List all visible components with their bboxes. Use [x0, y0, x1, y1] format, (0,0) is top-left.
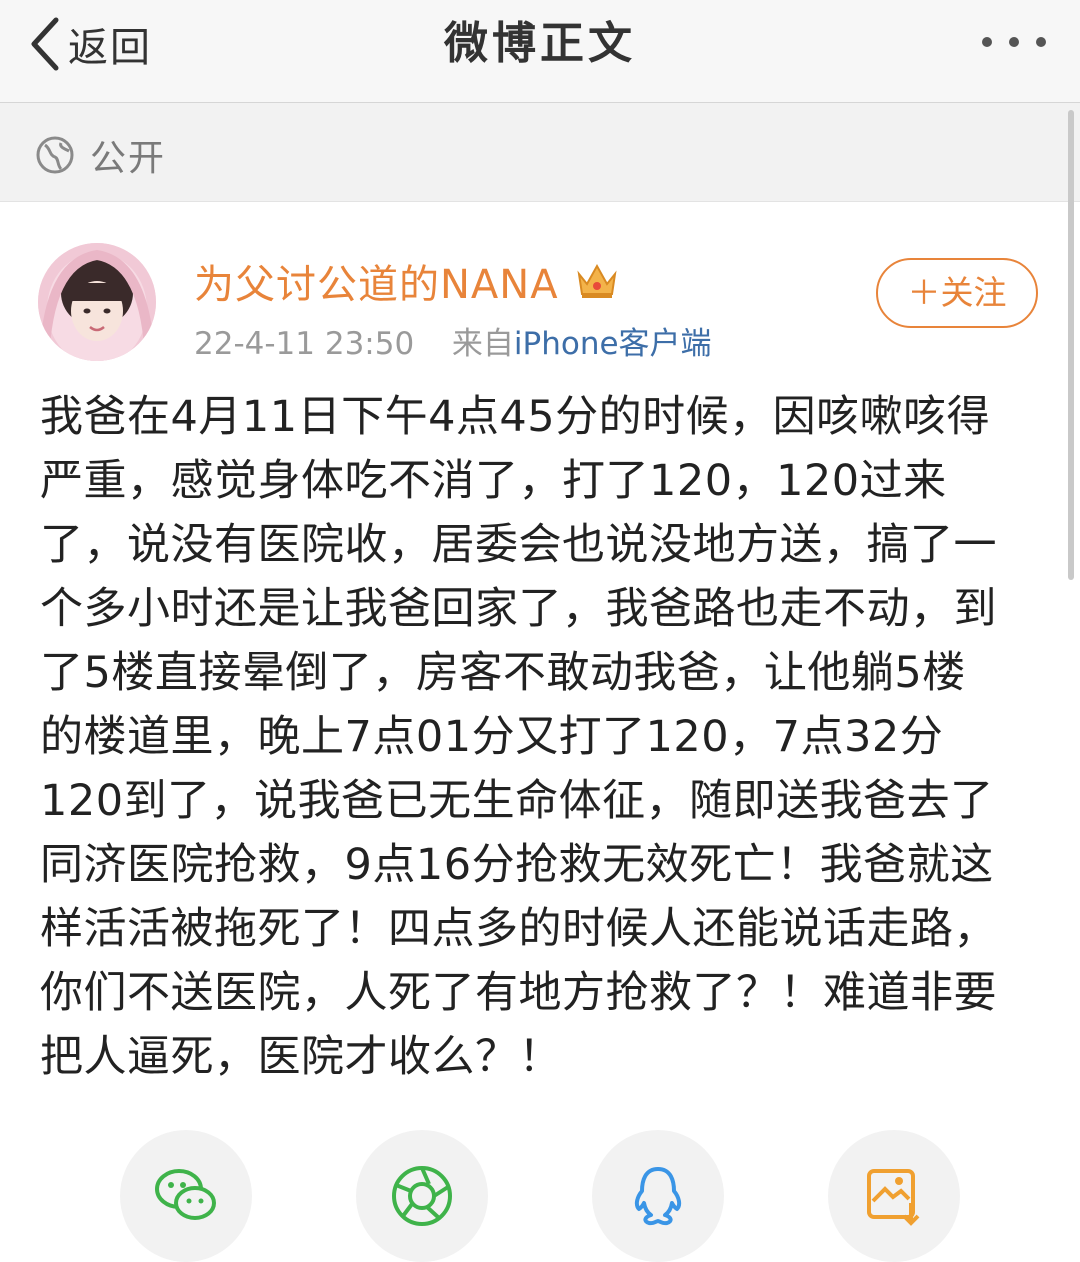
- post-text: 我爸在4月11日下午4点45分的时候，因咳嗽咳得 严重，感觉身体吃不消了，打了1…: [40, 392, 997, 1082]
- scrollbar[interactable]: [1068, 110, 1074, 580]
- source-prefix: 来自: [451, 326, 514, 362]
- author-name[interactable]: 为父讨公道的NANA: [194, 252, 559, 310]
- source-client-link[interactable]: iPhone客户端: [514, 326, 712, 362]
- nav-bar: 返回 微博正文: [0, 0, 1080, 103]
- avatar[interactable]: [38, 243, 156, 361]
- follow-button[interactable]: ＋关注: [876, 258, 1038, 328]
- save-image-icon[interactable]: [828, 1130, 960, 1262]
- share-row: [0, 1130, 1080, 1262]
- privacy-bar: 公开: [0, 103, 1080, 202]
- qq-icon[interactable]: [592, 1130, 724, 1262]
- moments-icon[interactable]: [356, 1130, 488, 1262]
- post-meta: 22-4-11 23:50 来自iPhone客户端: [194, 318, 712, 363]
- wechat-icon[interactable]: [120, 1130, 252, 1262]
- crown-icon: [575, 260, 619, 304]
- globe-icon: [35, 135, 75, 179]
- more-dots-icon[interactable]: [978, 22, 1050, 62]
- page-title: 微博正文: [444, 18, 636, 69]
- post-timestamp: 22-4-11 23:50: [194, 326, 415, 362]
- privacy-label: 公开: [90, 138, 167, 179]
